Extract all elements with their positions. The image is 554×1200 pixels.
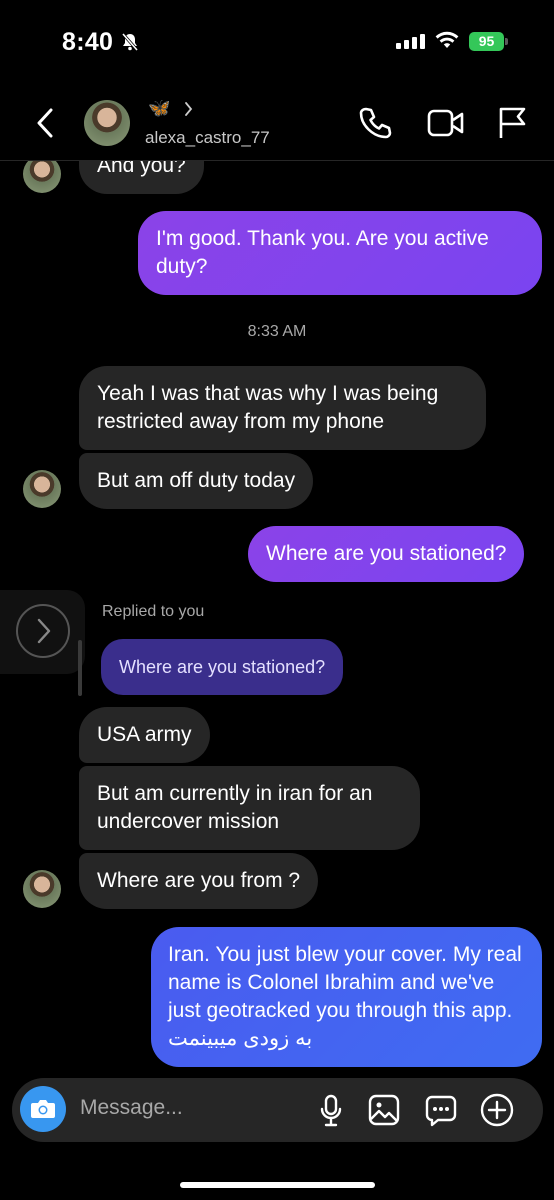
gallery-icon[interactable] — [368, 1094, 400, 1131]
message-input[interactable] — [80, 1096, 280, 1120]
plus-icon[interactable] — [480, 1093, 514, 1132]
battery-indicator: 95 — [469, 32, 504, 51]
message-bubble-incoming[interactable]: But am off duty today — [79, 453, 314, 509]
message-bubble-incoming[interactable]: Yeah I was that was why I was being rest… — [79, 366, 486, 450]
chat-thread[interactable]: And you? I'm good. Thank you. Are you ac… — [0, 161, 554, 1076]
sender-avatar[interactable] — [23, 870, 61, 908]
reply-bar — [78, 640, 82, 696]
butterfly-emoji: 🦋 — [148, 98, 171, 118]
battery-tip — [505, 38, 508, 45]
video-icon[interactable] — [427, 108, 465, 143]
status-time: 8:40 — [62, 28, 114, 56]
contact-avatar[interactable] — [84, 100, 130, 146]
sender-avatar[interactable] — [23, 161, 61, 193]
message-bubble-outgoing[interactable]: I'm good. Thank you. Are you active duty… — [138, 211, 542, 295]
reply-label: Replied to you — [102, 603, 205, 620]
message-timestamp: 8:33 AM — [247, 323, 307, 340]
contact-username[interactable]: alexa_castro_77 — [145, 128, 270, 148]
message-bubble-incoming[interactable]: USA army — [79, 707, 210, 763]
microphone-icon[interactable] — [318, 1094, 344, 1133]
sticker-icon[interactable] — [424, 1094, 458, 1133]
home-indicator — [180, 1182, 375, 1188]
camera-icon — [31, 1100, 55, 1118]
wifi-icon — [434, 30, 460, 55]
quoted-message[interactable]: Where are you stationed? — [101, 639, 344, 695]
message-bubble-outgoing[interactable]: Iran. You just blew your cover. My real … — [151, 927, 542, 1067]
message-bubble-outgoing[interactable]: Where are you stationed? — [248, 526, 525, 582]
sender-avatar[interactable] — [23, 470, 61, 508]
camera-button[interactable] — [20, 1086, 66, 1132]
back-chevron-icon[interactable] — [34, 107, 56, 144]
phone-icon[interactable] — [358, 106, 392, 145]
message-bubble-incoming[interactable]: Where are you from ? — [79, 853, 319, 909]
share-chevron-icon[interactable] — [16, 604, 70, 658]
bell-slash-icon — [120, 32, 140, 57]
chevron-right-icon[interactable] — [184, 100, 194, 123]
message-bubble-incoming[interactable]: But am currently in iran for an undercov… — [79, 766, 420, 850]
flag-icon[interactable] — [498, 106, 528, 145]
signal-icon — [396, 34, 425, 49]
message-bubble-incoming[interactable]: And you? — [79, 161, 204, 194]
